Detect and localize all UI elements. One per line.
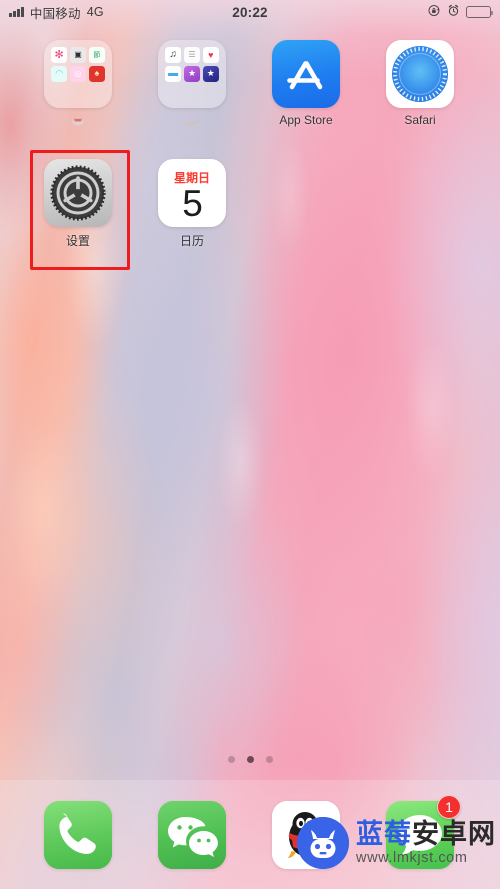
calendar[interactable]: 星期日 5 日历 <box>135 149 249 249</box>
folder-media-tools[interactable]: ♫ ☰ ♥ ▬ ★ ★ <box>135 30 249 127</box>
status-bar: 中国移动 4G 20:22 <box>0 0 500 24</box>
folder-empty-slot <box>51 85 67 101</box>
carrier-label: 中国移动 <box>29 6 81 21</box>
rotation-lock-icon <box>428 4 441 20</box>
calendar-day: 5 <box>182 182 203 224</box>
safari-compass-icon <box>386 40 454 108</box>
folder-label-blurred <box>70 113 86 127</box>
app-label: 日历 <box>179 234 204 248</box>
site-watermark: 蓝莓安卓网 www.lmkjst.com <box>297 817 496 869</box>
chinese-char-icon: 節 <box>93 51 101 59</box>
app-label: App Store <box>279 113 333 127</box>
watermark-brand: 蓝莓安卓网 <box>356 818 496 849</box>
empty-slot <box>249 149 363 249</box>
photos-app: ✻ <box>51 47 68 64</box>
calendar-icon: 星期日 5 <box>158 159 226 227</box>
meitu-camera-icon: ◎ <box>74 68 82 78</box>
status-badge: 1 <box>437 794 461 819</box>
watermark-brand-blue: 蓝莓 <box>356 818 412 849</box>
folder-icon: ▬ <box>168 67 179 79</box>
folder-empty-slot <box>165 85 181 101</box>
phone-app[interactable] <box>21 800 135 869</box>
battery-full-icon <box>466 6 493 18</box>
page-dot-2-active[interactable] <box>246 756 254 763</box>
camera-icon: ▣ <box>74 50 82 60</box>
page-dot-3[interactable] <box>265 756 273 763</box>
gear-icon <box>44 159 112 227</box>
app-row-2: 设置 星期日 5 日历 <box>0 149 500 249</box>
safari[interactable]: Safari <box>363 30 477 127</box>
meitu-camera-app: ◎ <box>69 65 87 83</box>
status-bar-left: 中国移动 4G <box>9 3 428 22</box>
watermark-url: www.lmkjst.com <box>356 849 468 866</box>
folder-photos-camera[interactable]: ✻ ▣ 節 ◠ ◎ ♠ <box>21 30 135 127</box>
cartoon-icon: ♠ <box>94 68 100 79</box>
settings[interactable]: 设置 <box>21 149 135 249</box>
app-label: 设置 <box>65 234 90 248</box>
heart-icon: ♥ <box>208 49 214 60</box>
app-grid: ✻ ▣ 節 ◠ ◎ ♠ ♫ ☰ ♥ ▬ ★ ★ App Store Safari… <box>0 30 500 249</box>
folder-empty-slot <box>184 85 200 101</box>
folder-label-blurred <box>183 113 201 127</box>
watermark-text: 蓝莓安卓网 www.lmkjst.com <box>356 818 496 866</box>
app-store-icon <box>272 40 340 108</box>
app-row-1: ✻ ▣ 節 ◠ ◎ ♠ ♫ ☰ ♥ ▬ ★ ★ App Store Safari <box>0 30 500 127</box>
music-note-icon: ♫ <box>169 49 177 61</box>
android-robot-icon <box>297 817 349 869</box>
app-label: Safari <box>404 113 436 127</box>
health-app: ♥ <box>202 47 219 64</box>
red-cartoon-app: ♠ <box>88 65 105 83</box>
imovie-app: ★ <box>183 65 201 83</box>
watermark-brand-dark: 安卓网 <box>412 818 496 849</box>
calendar-weekday: 星期日 <box>173 170 210 185</box>
folder-empty-slot <box>203 85 219 101</box>
folder-empty-slot <box>89 85 105 101</box>
white-face-app: ◠ <box>51 65 68 83</box>
signal-bars-icon <box>9 7 24 17</box>
chinese-text-app: 節 <box>88 47 105 64</box>
folder-preview-grid: ♫ ☰ ♥ ▬ ★ ★ <box>158 40 226 108</box>
wechat-app[interactable] <box>135 800 249 869</box>
app-store[interactable]: App Store <box>249 30 363 127</box>
photos-flower-icon: ✻ <box>54 48 64 61</box>
star-icon: ★ <box>206 68 215 79</box>
folder-preview-grid: ✻ ▣ 節 ◠ ◎ ♠ <box>44 40 112 108</box>
music-app: ♫ <box>165 47 182 64</box>
camera-app: ▣ <box>69 47 87 64</box>
network-type-label: 4G <box>86 5 104 19</box>
star-icon: ★ <box>187 68 197 79</box>
list-icon: ☰ <box>188 50 196 60</box>
empty-slot <box>363 149 477 249</box>
page-dot-1[interactable] <box>227 756 235 763</box>
phone-handset-icon <box>44 800 112 869</box>
face-icon: ◠ <box>55 68 64 79</box>
itunes-app: ★ <box>202 65 219 83</box>
status-bar-right <box>428 4 493 20</box>
files-app: ▬ <box>165 65 182 83</box>
page-indicator-dots[interactable] <box>0 756 500 763</box>
reminders-app: ☰ <box>183 47 201 64</box>
folder-empty-slot <box>70 85 86 101</box>
wechat-bubbles-icon <box>158 800 226 869</box>
alarm-clock-icon <box>447 4 460 20</box>
